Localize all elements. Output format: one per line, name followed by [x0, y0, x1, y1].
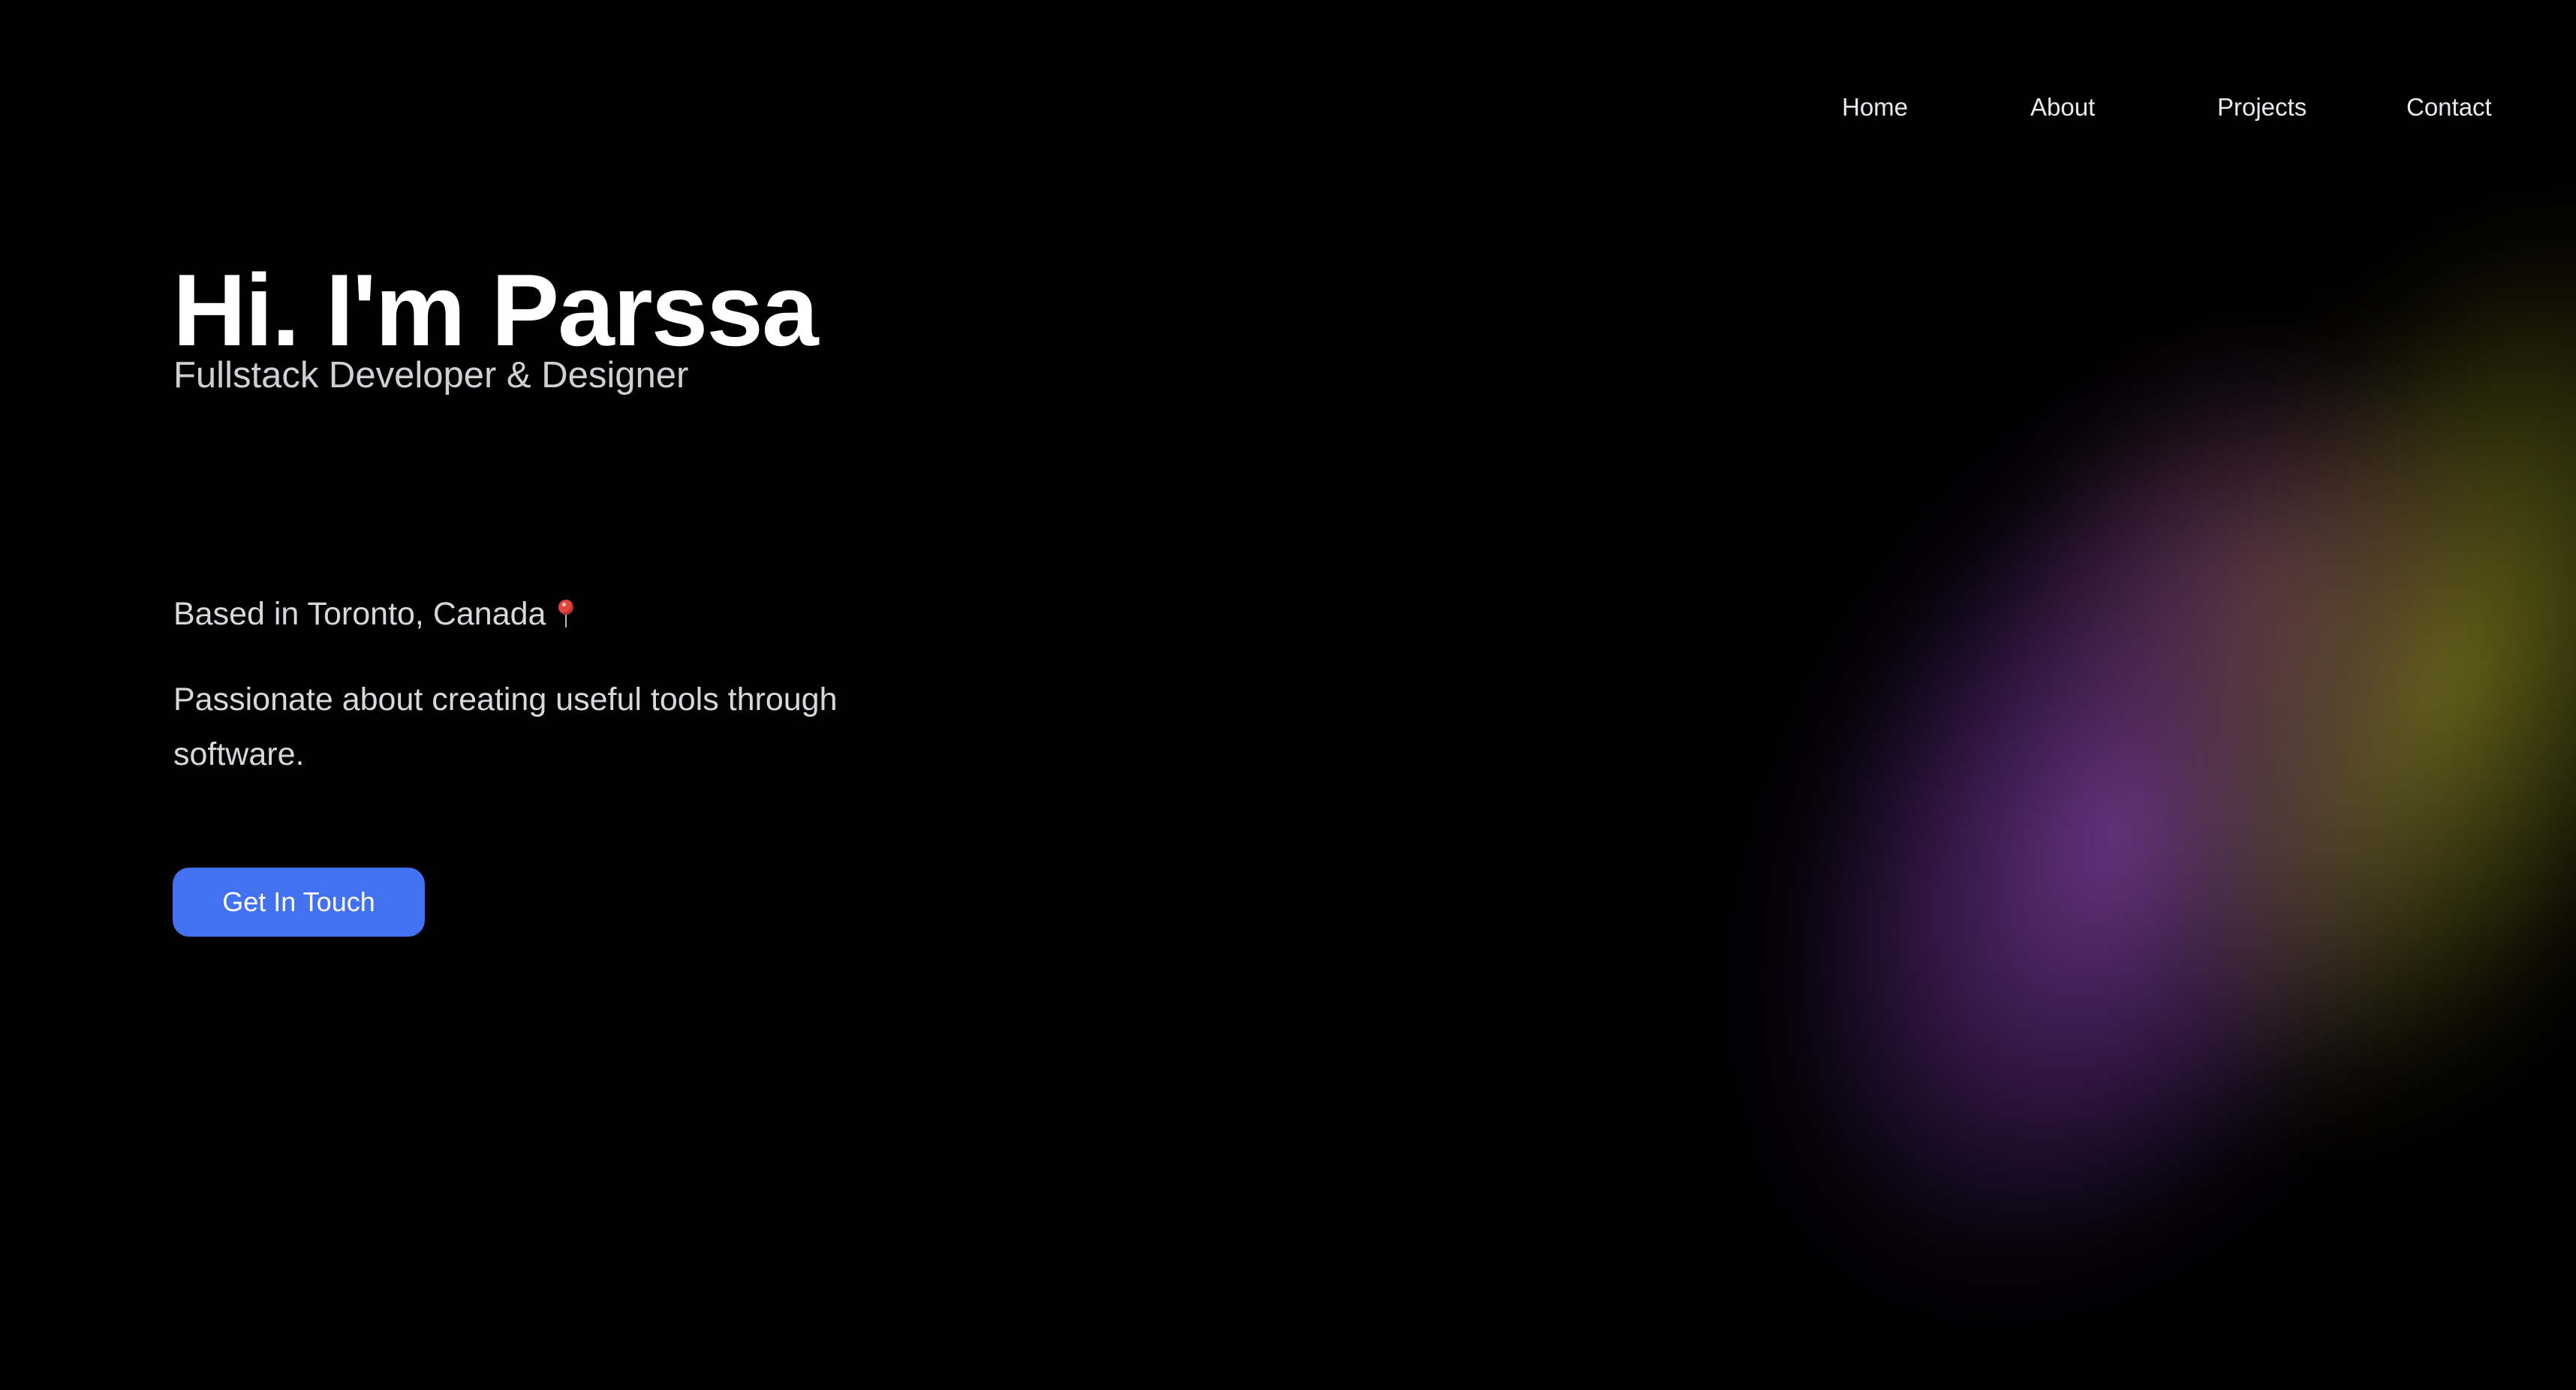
purple-gradient-glow	[1582, 217, 2576, 1390]
olive-gradient-glow	[1992, 95, 2576, 1249]
location-text: Based in Toronto, Canada	[173, 596, 546, 632]
get-in-touch-button[interactable]: Get In Touch	[173, 868, 425, 937]
nav-link-contact[interactable]: Contact	[2406, 93, 2492, 122]
blended-gradient-glow	[1925, 237, 2576, 919]
top-navigation: Home About Projects Contact	[1786, 89, 2507, 126]
nav-link-projects[interactable]: Projects	[2217, 93, 2307, 122]
tagline: Passionate about creating useful tools t…	[173, 681, 838, 772]
hero-subtitle: Fullstack Developer & Designer	[173, 355, 689, 396]
round-pushpin-icon	[556, 598, 576, 630]
nav-link-home[interactable]: Home	[1842, 93, 1908, 122]
hero-title: Hi. I'm Parssa	[173, 253, 819, 367]
location-line: Based in Toronto, Canada	[173, 591, 576, 636]
nav-link-about[interactable]: About	[2030, 93, 2095, 122]
